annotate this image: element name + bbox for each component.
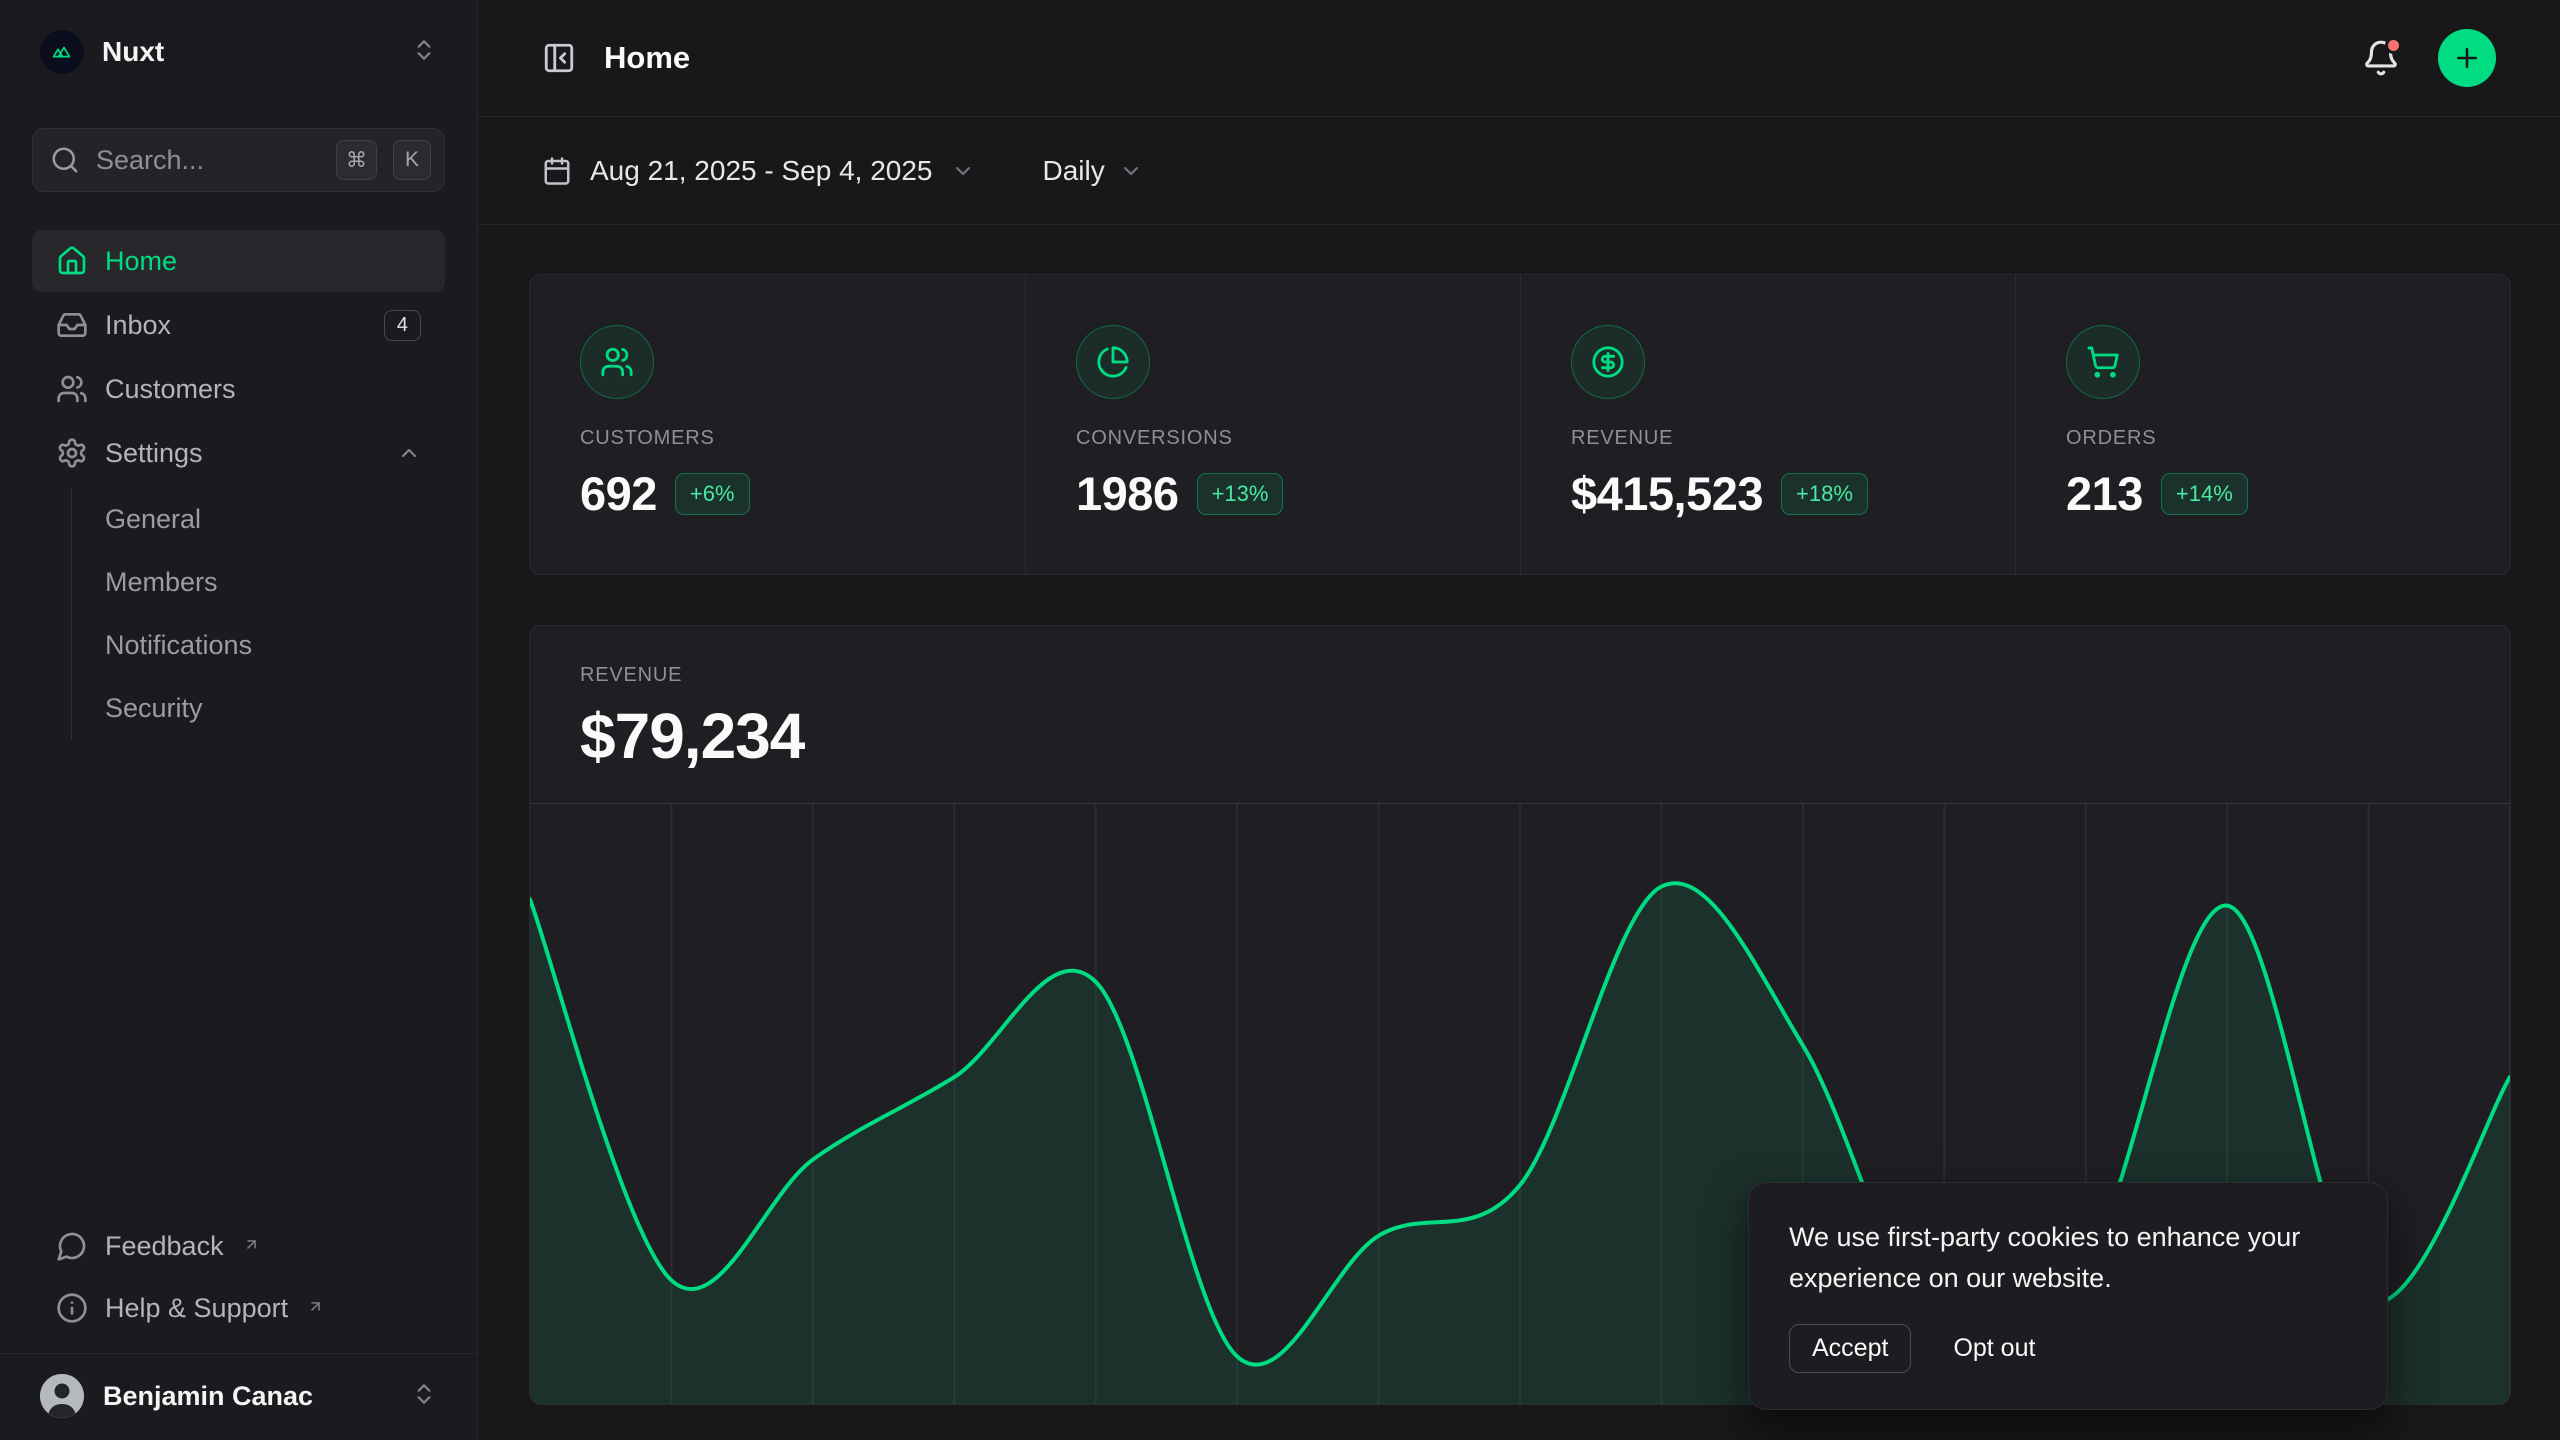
users-icon	[56, 373, 88, 405]
stat-label: CONVERSIONS	[1076, 427, 1476, 450]
accept-button[interactable]: Accept	[1789, 1324, 1911, 1373]
stat-label: CUSTOMERS	[580, 427, 981, 450]
dollar-circle-icon	[1571, 325, 1645, 399]
team-name: Nuxt	[102, 36, 393, 68]
k-kbd: K	[393, 140, 431, 180]
opt-out-button[interactable]: Opt out	[1949, 1325, 2039, 1372]
stats-card: CUSTOMERS 692 +6% CONVERSIONS 1986 +13%	[529, 274, 2511, 575]
sidebar-item-home[interactable]: Home	[32, 230, 445, 292]
users-icon	[580, 325, 654, 399]
stat-delta-badge: +13%	[1197, 473, 1284, 515]
feedback-label: Feedback	[105, 1231, 224, 1262]
arrow-up-right-icon	[243, 1229, 260, 1260]
stat-conversions[interactable]: CONVERSIONS 1986 +13%	[1025, 275, 1520, 574]
sidebar-item-label: Home	[105, 246, 177, 277]
plus-icon	[2452, 43, 2482, 73]
revenue-chart-value: $79,234	[530, 699, 2510, 773]
nuxt-logo-icon	[40, 30, 84, 74]
sidebar-subitem-security[interactable]: Security	[72, 677, 445, 740]
date-range-value: Aug 21, 2025 - Sep 4, 2025	[590, 155, 933, 187]
chevrons-up-down-icon	[411, 1381, 437, 1412]
inbox-icon	[56, 309, 88, 341]
stat-orders[interactable]: ORDERS 213 +14%	[2015, 275, 2510, 574]
chevron-down-icon	[951, 159, 975, 183]
chevron-up-icon	[397, 441, 421, 465]
stat-delta-badge: +6%	[675, 473, 750, 515]
add-button[interactable]	[2438, 29, 2496, 87]
revenue-chart-label: REVENUE	[530, 664, 2510, 687]
help-support-link[interactable]: Help & Support	[32, 1277, 445, 1339]
sidebar: Nuxt ⌘ K Home Inbox 4 Customers	[0, 0, 478, 1440]
filter-bar: Aug 21, 2025 - Sep 4, 2025 Daily	[478, 117, 2560, 225]
stat-value: $415,523	[1571, 466, 1763, 521]
sidebar-subitem-members[interactable]: Members	[72, 551, 445, 614]
panel-left-close-icon	[542, 41, 576, 75]
user-menu[interactable]: Benjamin Canac	[32, 1366, 445, 1426]
gear-icon	[56, 437, 88, 469]
stat-revenue[interactable]: REVENUE $415,523 +18%	[1520, 275, 2015, 574]
arrow-up-right-icon	[307, 1291, 324, 1322]
topbar-actions	[2362, 29, 2496, 87]
granularity-select[interactable]: Daily	[1043, 155, 1143, 187]
sidebar-item-settings[interactable]: Settings	[32, 422, 445, 484]
stat-label: ORDERS	[2066, 427, 2466, 450]
cookie-actions: Accept Opt out	[1789, 1324, 2347, 1373]
settings-sub-list: General Members Notifications Security	[71, 488, 445, 740]
sidebar-item-customers[interactable]: Customers	[32, 358, 445, 420]
stat-value: 213	[2066, 466, 2143, 521]
cookie-banner: We use first-party cookies to enhance yo…	[1748, 1182, 2388, 1410]
search-icon	[50, 145, 80, 175]
stat-delta-badge: +18%	[1781, 473, 1868, 515]
stat-value: 692	[580, 466, 657, 521]
sidebar-footer: Feedback Help & Support	[32, 1215, 445, 1353]
stat-label: REVENUE	[1571, 427, 1971, 450]
stat-customers[interactable]: CUSTOMERS 692 +6%	[530, 275, 1025, 574]
date-range-picker[interactable]: Aug 21, 2025 - Sep 4, 2025	[542, 155, 975, 187]
notification-dot	[2385, 37, 2402, 54]
help-support-label: Help & Support	[105, 1293, 288, 1324]
stat-value: 1986	[1076, 466, 1179, 521]
stat-delta-badge: +14%	[2161, 473, 2248, 515]
sidebar-item-inbox[interactable]: Inbox 4	[32, 294, 445, 356]
search-input[interactable]	[96, 145, 320, 176]
sidebar-subitem-general[interactable]: General	[72, 488, 445, 551]
sidebar-item-label: Customers	[105, 374, 236, 405]
sidebar-toggle-button[interactable]	[542, 41, 576, 75]
chevron-down-icon	[1119, 159, 1143, 183]
shopping-cart-icon	[2066, 325, 2140, 399]
calendar-icon	[542, 156, 572, 186]
pie-chart-icon	[1076, 325, 1150, 399]
sidebar-item-label: Inbox	[105, 310, 171, 341]
home-icon	[56, 245, 88, 277]
granularity-value: Daily	[1043, 155, 1105, 187]
notifications-button[interactable]	[2362, 39, 2400, 77]
feedback-link[interactable]: Feedback	[32, 1215, 445, 1277]
search-box[interactable]: ⌘ K	[32, 128, 445, 192]
topbar: Home	[478, 0, 2560, 117]
inbox-count-badge: 4	[384, 310, 421, 341]
user-name: Benjamin Canac	[103, 1381, 392, 1412]
sidebar-nav: Home Inbox 4 Customers Settings Ge	[32, 230, 445, 742]
cookie-message: We use first-party cookies to enhance yo…	[1789, 1217, 2347, 1298]
sidebar-subitem-notifications[interactable]: Notifications	[72, 614, 445, 677]
team-switcher[interactable]: Nuxt	[32, 26, 445, 78]
user-section: Benjamin Canac	[0, 1353, 477, 1440]
page-title: Home	[604, 40, 690, 76]
sidebar-item-label: Settings	[105, 438, 203, 469]
avatar	[40, 1374, 84, 1418]
message-circle-icon	[56, 1230, 88, 1262]
chevrons-up-down-icon	[411, 37, 437, 68]
info-icon	[56, 1292, 88, 1324]
command-kbd: ⌘	[336, 140, 377, 180]
